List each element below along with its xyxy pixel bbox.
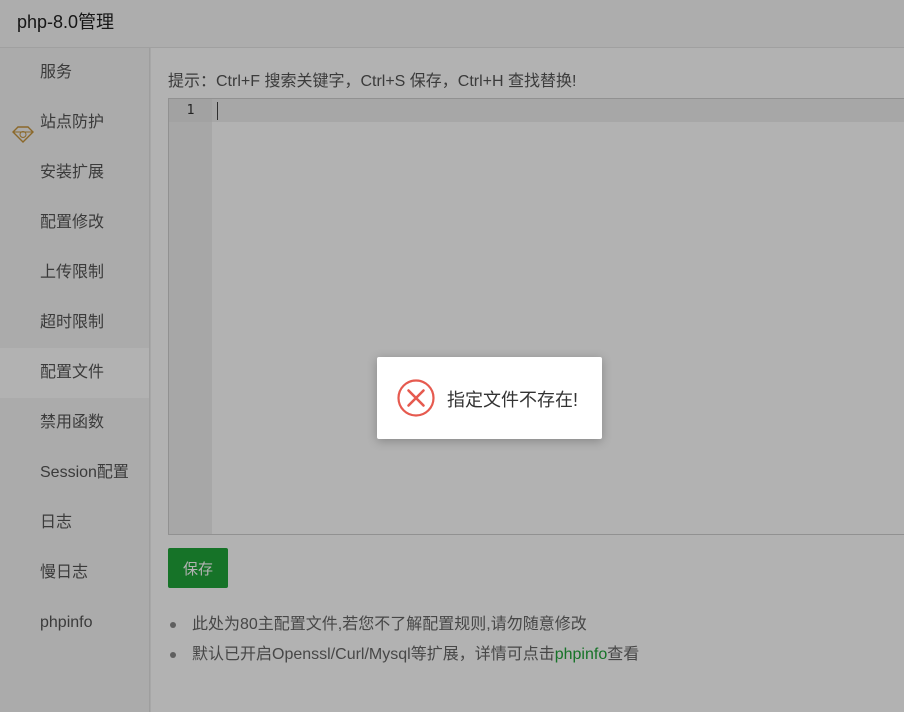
error-icon [396, 378, 436, 418]
modal-overlay [0, 0, 904, 712]
toast-message: 指定文件不存在! [447, 390, 579, 410]
error-toast: 指定文件不存在! [377, 357, 602, 439]
